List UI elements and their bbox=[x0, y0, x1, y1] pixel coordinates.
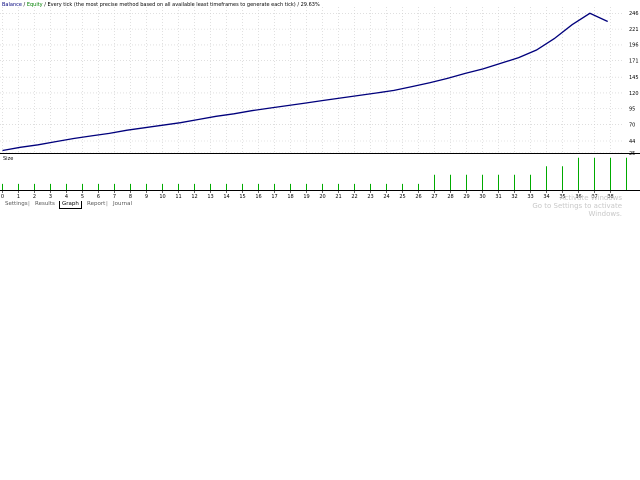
tester-tabs: Settings | Results Graph Report | Journal bbox=[0, 200, 640, 209]
tab-separator: | bbox=[28, 201, 30, 207]
y-tick-label: 246 bbox=[629, 11, 639, 17]
svg-text:Balance / Equity / Every tick: Balance / Equity / Every tick (the most … bbox=[2, 2, 320, 8]
chart-legend: Balance / Equity / Every tick (the most … bbox=[2, 2, 320, 8]
y-tick-label: 145 bbox=[629, 75, 639, 81]
legend-model: / Every tick (the most precise method ba… bbox=[43, 2, 296, 8]
balance-chart: Balance / Equity / Every tick (the most … bbox=[0, 0, 640, 200]
legend-balance: Balance bbox=[2, 2, 22, 8]
y-tick-label: 171 bbox=[629, 59, 639, 65]
tab-results[interactable]: Results bbox=[33, 201, 57, 208]
legend-quality: / 29.63% bbox=[296, 2, 320, 8]
tab-separator: | bbox=[106, 201, 108, 207]
tab-report[interactable]: Report bbox=[85, 201, 107, 208]
tab-settings[interactable]: Settings bbox=[3, 201, 30, 208]
tab-graph[interactable]: Graph bbox=[59, 201, 82, 209]
y-tick-label: 196 bbox=[629, 43, 639, 49]
y-tick-label: 120 bbox=[629, 91, 639, 97]
y-tick-label: 44 bbox=[629, 139, 635, 145]
y-tick-label: 70 bbox=[629, 122, 635, 128]
y-tick-label: 95 bbox=[629, 107, 635, 113]
volume-panel-label: Size bbox=[3, 156, 13, 162]
y-tick-label: 221 bbox=[629, 27, 639, 33]
tab-journal[interactable]: Journal bbox=[111, 201, 134, 208]
